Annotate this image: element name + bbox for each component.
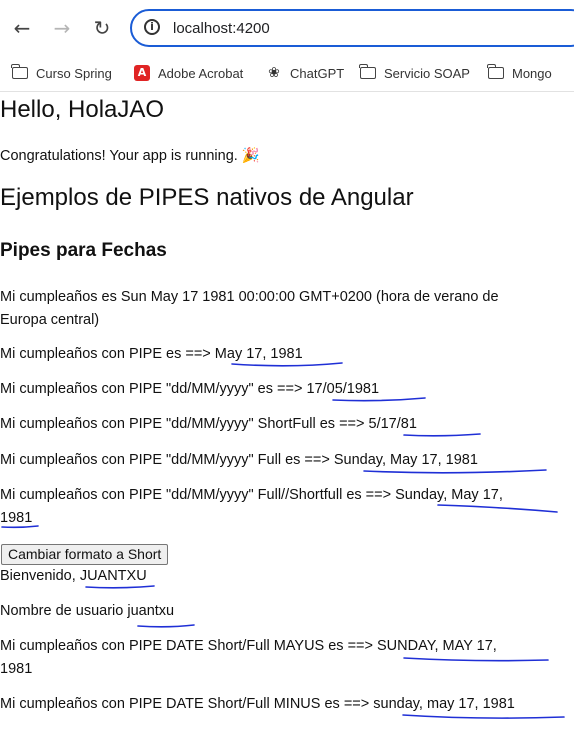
pipe-default-line: Mi cumpleaños con PIPE es ==> May 17, 19… <box>0 346 303 362</box>
username-label: Nombre de usuario <box>0 603 128 619</box>
bookmark-label: Adobe Acrobat <box>158 65 244 81</box>
bookmark-label: Mongo <box>512 65 552 81</box>
pipe-ddmmyyyy-value: 17/05/1981 <box>306 381 380 397</box>
pipe-full-line: Mi cumpleaños con PIPE "dd/MM/yyyy" Full… <box>0 452 478 468</box>
birthday-raw-line2: Europa central) <box>0 312 100 328</box>
pipe-shortfull-value: 5/17/81 <box>368 416 417 432</box>
pipe-ddmmyyyy-line: Mi cumpleaños con PIPE "dd/MM/yyyy" es =… <box>0 381 379 397</box>
address-bar[interactable]: i localhost:4200 <box>130 9 574 47</box>
bookmark-label: Curso Spring <box>36 65 112 81</box>
page-content: Hello, HolaJAO Congratulations! Your app… <box>0 92 574 733</box>
bookmark-mongo[interactable]: Mongo <box>487 62 552 84</box>
username-value: juantxu <box>127 603 175 619</box>
page-title: Ejemplos de PIPES nativos de Angular <box>0 184 414 211</box>
bookmark-label: ChatGPT <box>290 65 345 81</box>
upper-pipe-line2: 1981 <box>0 661 33 677</box>
lower-pipe-line: Mi cumpleaños con PIPE DATE Short/Full M… <box>0 696 515 712</box>
folder-icon <box>11 64 28 79</box>
bookmarks-bar: Curso Spring A Adobe Acrobat ❀ ChatGPT S… <box>0 56 574 92</box>
browser-toolbar: ← → ↻ i localhost:4200 <box>0 0 574 56</box>
bookmark-chatgpt[interactable]: ❀ ChatGPT <box>266 62 344 84</box>
congrats-text: Congratulations! Your app is running. 🎉 <box>0 148 260 164</box>
chatgpt-icon: ❀ <box>268 65 280 81</box>
pipe-default-value: May 17, 1981 <box>214 346 303 362</box>
upper-pipe-value: SUNDAY, MAY 17, <box>377 638 497 654</box>
pipe-ddmmyyyy-label: Mi cumpleaños con PIPE "dd/MM/yyyy" es =… <box>0 381 307 397</box>
welcome-name: JUANTXU <box>79 568 147 584</box>
url-text[interactable]: localhost:4200 <box>173 20 270 37</box>
pipe-toggle-line1: Mi cumpleaños con PIPE "dd/MM/yyyy" Full… <box>0 487 503 503</box>
reload-icon[interactable]: ↻ <box>88 14 116 42</box>
bookmark-label: Servicio SOAP <box>384 65 470 81</box>
folder-icon <box>487 64 504 79</box>
username-line: Nombre de usuario juantxu <box>0 603 174 619</box>
bookmark-servicio-soap[interactable]: Servicio SOAP <box>359 62 470 84</box>
pipe-toggle-value: Sunday, May 17, <box>395 487 503 503</box>
acrobat-icon: A <box>134 65 150 81</box>
back-arrow-icon[interactable]: ← <box>8 14 36 42</box>
pipe-shortfull-line: Mi cumpleaños con PIPE "dd/MM/yyyy" Shor… <box>0 416 417 432</box>
hello-heading: Hello, HolaJAO <box>0 96 165 123</box>
pipe-default-label: Mi cumpleaños con PIPE es ==> <box>0 346 215 362</box>
upper-pipe-line1: Mi cumpleaños con PIPE DATE Short/Full M… <box>0 638 497 654</box>
bookmark-curso-spring[interactable]: Curso Spring <box>11 62 112 84</box>
lower-pipe-label: Mi cumpleaños con PIPE DATE Short/Full M… <box>0 696 374 712</box>
welcome-label: Bienvenido, <box>0 568 80 584</box>
pipe-toggle-label: Mi cumpleaños con PIPE "dd/MM/yyyy" Full… <box>0 487 396 503</box>
folder-icon <box>359 64 376 79</box>
upper-pipe-label: Mi cumpleaños con PIPE DATE Short/Full M… <box>0 638 378 654</box>
birthday-raw-line1: Mi cumpleaños es Sun May 17 1981 00:00:0… <box>0 289 499 305</box>
pipe-toggle-line2: 1981 <box>0 510 33 526</box>
section-subtitle: Pipes para Fechas <box>0 240 167 261</box>
forward-arrow-icon[interactable]: → <box>48 14 76 42</box>
lower-pipe-value: sunday, may 17, 1981 <box>373 696 515 712</box>
pipe-full-label: Mi cumpleaños con PIPE "dd/MM/yyyy" Full… <box>0 452 334 468</box>
pipe-shortfull-label: Mi cumpleaños con PIPE "dd/MM/yyyy" Shor… <box>0 416 369 432</box>
pipe-full-value: Sunday, May 17, 1981 <box>333 452 478 468</box>
welcome-line: Bienvenido, JUANTXU <box>0 568 147 584</box>
bookmark-adobe-acrobat[interactable]: A Adobe Acrobat <box>134 62 243 84</box>
site-info-icon[interactable]: i <box>144 19 160 35</box>
change-format-button[interactable]: Cambiar formato a Short <box>1 544 169 565</box>
